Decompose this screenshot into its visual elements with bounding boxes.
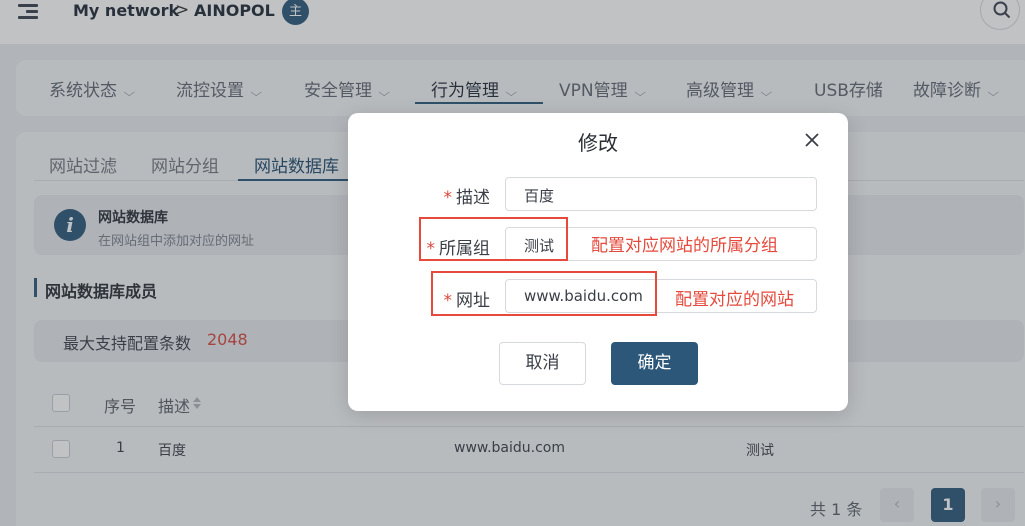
- url-annotation-box: [431, 271, 657, 316]
- required-mark: *: [443, 188, 453, 208]
- group-annotation-text: 配置对应网站的所属分组: [591, 231, 778, 256]
- modal-title: 修改: [578, 131, 618, 155]
- group-annotation-box: [419, 217, 568, 261]
- desc-input[interactable]: 百度: [505, 177, 817, 211]
- desc-field-label: * 描述: [443, 188, 491, 208]
- url-annotation-text: 配置对应的网站: [675, 285, 794, 310]
- close-icon[interactable]: [803, 131, 821, 149]
- confirm-button[interactable]: 确定: [611, 342, 698, 385]
- edit-modal: 修改 * 描述 百度 * 所属组 测试 配置对应网站的所属分组 * 网址 www.ba…: [348, 113, 848, 411]
- cancel-button[interactable]: 取消: [499, 342, 586, 385]
